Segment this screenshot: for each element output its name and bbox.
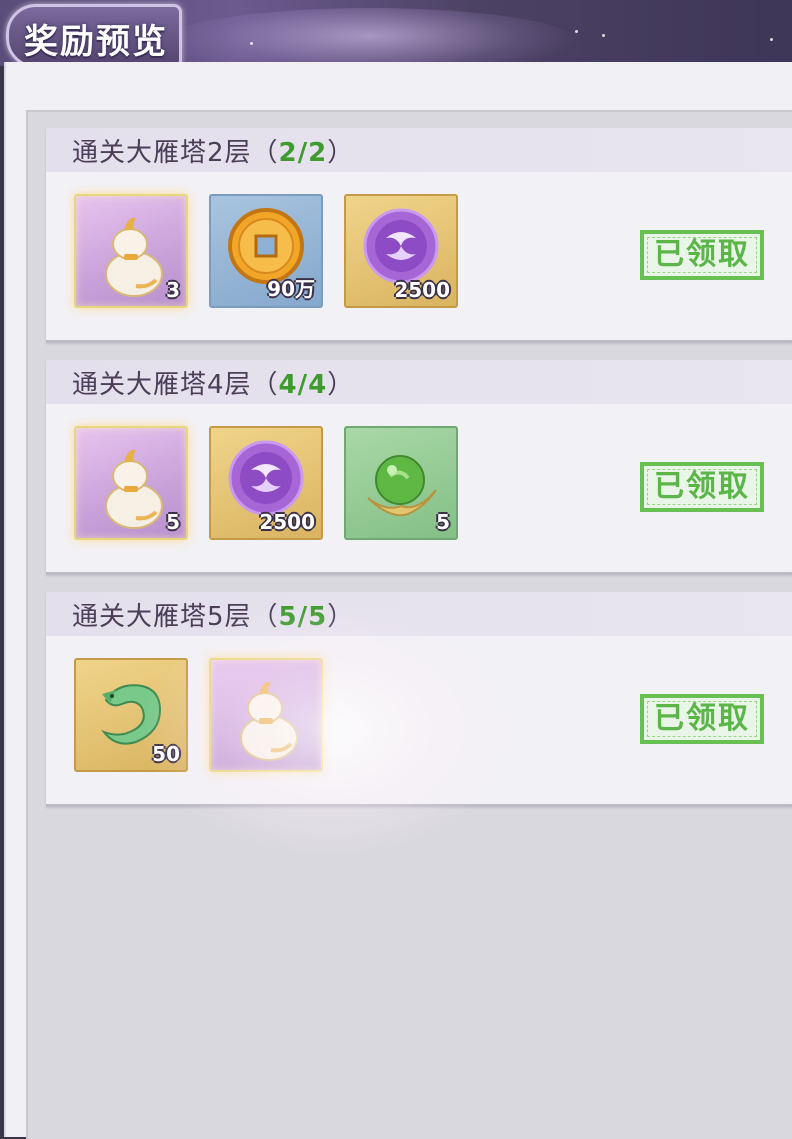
claimed-stamp: 已领取	[640, 462, 764, 512]
card-title-close: ）	[327, 138, 355, 168]
card-title-label: 通关大雁塔2层（	[72, 138, 279, 168]
gourd-icon	[240, 681, 298, 761]
item-quantity: 5	[436, 510, 450, 534]
card-header: 通关大雁塔4层（4/4）	[46, 360, 792, 404]
reward-card-floor-2: 通关大雁塔2层（2/2） 3 90万 2500 已领取	[46, 128, 792, 343]
reward-item-jade-bead[interactable]: 5	[344, 426, 458, 540]
sparkle-icon	[770, 38, 773, 41]
item-quantity: 50	[152, 742, 180, 766]
card-title: 通关大雁塔4层（4/4）	[72, 364, 354, 401]
card-title-label: 通关大雁塔5层（	[72, 602, 279, 632]
reward-item-jade-dragon[interactable]: 50	[74, 658, 188, 772]
progress-count: 2/2	[278, 138, 328, 168]
sparkle-icon	[250, 42, 253, 45]
item-quantity: 2500	[259, 510, 315, 534]
card-title-label: 通关大雁塔4层（	[72, 370, 279, 400]
card-title-close: ）	[327, 370, 355, 400]
page-title: 奖励预览	[24, 22, 168, 62]
reward-card-floor-4: 通关大雁塔4层（4/4） 5 2500 5 已领取	[46, 360, 792, 575]
sparkle-icon	[575, 30, 578, 33]
card-header: 通关大雁塔2层（2/2）	[46, 128, 792, 172]
reward-item-coin[interactable]: 90万	[209, 194, 323, 308]
reward-item-purple-orb[interactable]: 2500	[209, 426, 323, 540]
reward-item-purple-orb[interactable]: 2500	[344, 194, 458, 308]
card-title: 通关大雁塔5层（5/5）	[72, 596, 354, 633]
card-header: 通关大雁塔5层（5/5）	[46, 592, 792, 636]
title-bar: 奖励预览	[0, 0, 792, 66]
item-quantity: 5	[166, 510, 180, 534]
item-quantity: 3	[166, 278, 180, 302]
item-quantity: 90万	[267, 277, 315, 301]
progress-count: 4/4	[278, 370, 328, 400]
claimed-stamp: 已领取	[640, 694, 764, 744]
progress-count: 5/5	[278, 602, 328, 632]
reward-item-gourd[interactable]	[209, 658, 323, 772]
reward-item-gourd[interactable]: 5	[74, 426, 188, 540]
reward-item-gourd[interactable]: 3	[74, 194, 188, 308]
card-title-close: ）	[327, 602, 355, 632]
sparkle-icon	[602, 34, 605, 37]
claimed-stamp: 已领取	[640, 230, 764, 280]
item-quantity: 2500	[394, 278, 450, 302]
reward-card-floor-5: 通关大雁塔5层（5/5） 50 已领取	[46, 592, 792, 807]
card-title: 通关大雁塔2层（2/2）	[72, 132, 354, 169]
